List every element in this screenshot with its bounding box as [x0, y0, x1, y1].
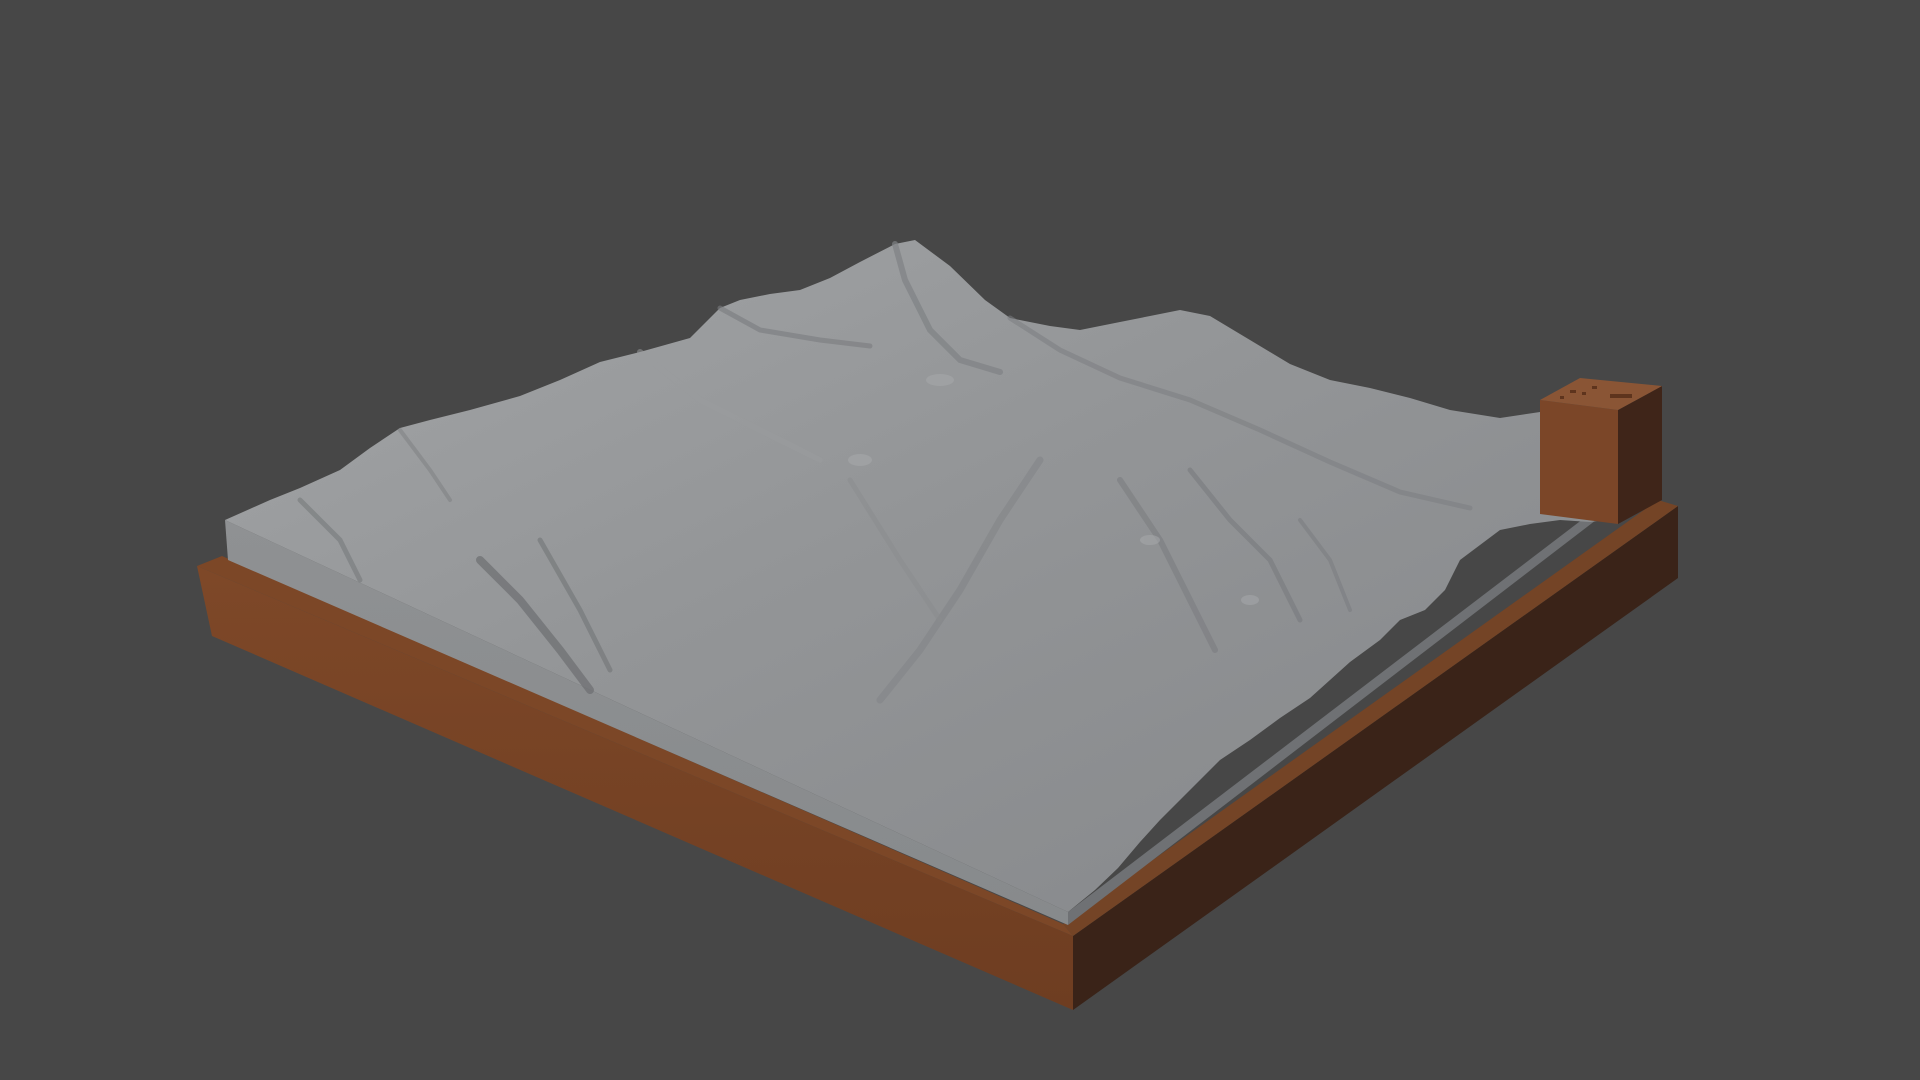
tab-block-side [1618, 386, 1662, 524]
tab-block-front [1540, 400, 1618, 524]
model-render[interactable] [0, 0, 1920, 1080]
terrain-surface [225, 240, 1605, 912]
3d-viewport[interactable] [0, 0, 1920, 1080]
